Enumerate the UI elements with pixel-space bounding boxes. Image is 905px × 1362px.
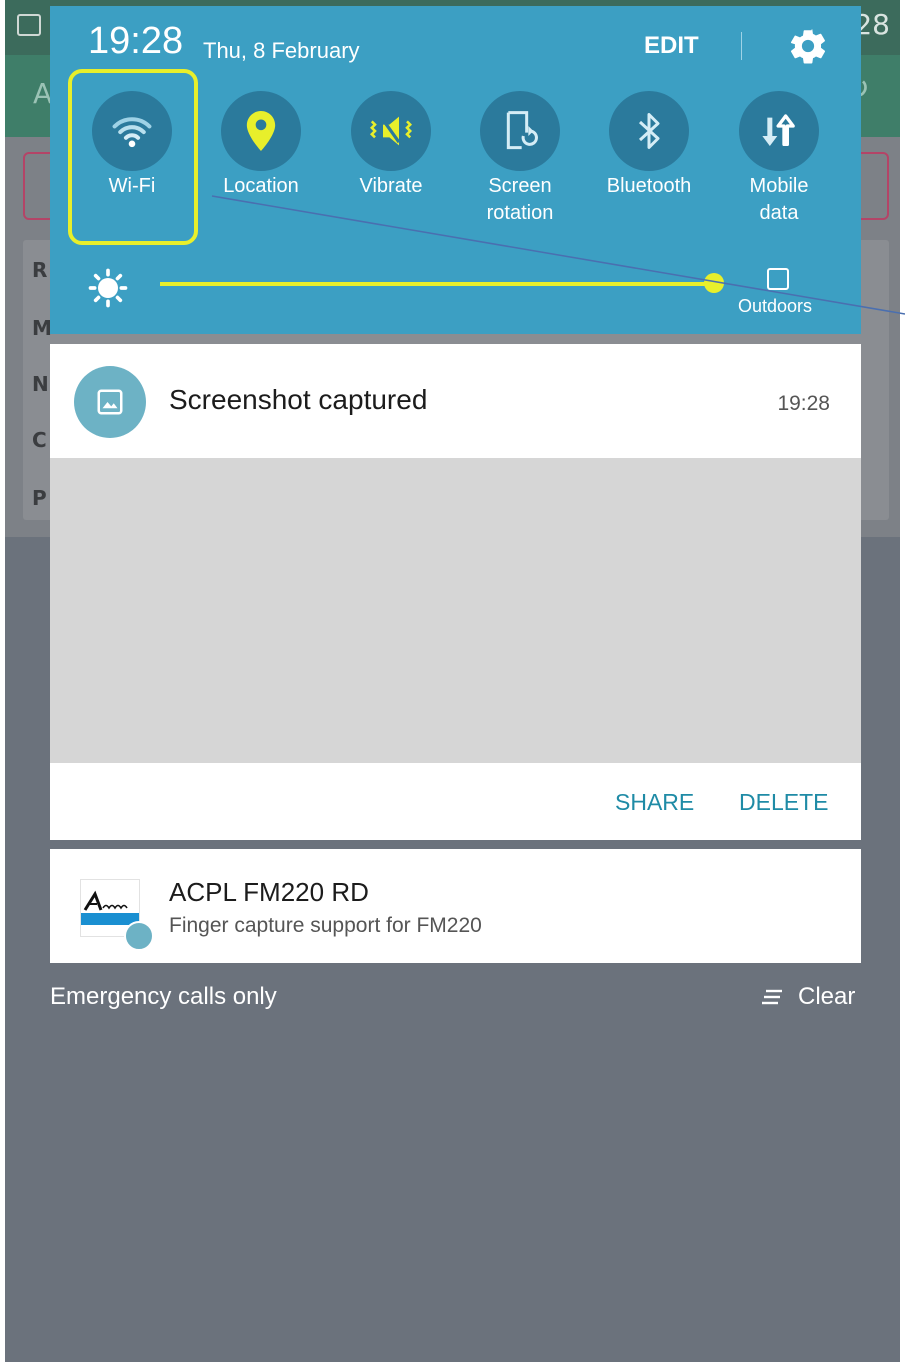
screenshot-app-icon bbox=[74, 366, 146, 438]
notification-screenshot[interactable]: Screenshot captured 19:28 SHARE DELETE bbox=[50, 344, 861, 840]
tile-vibrate[interactable]: Vibrate bbox=[326, 91, 456, 200]
background-letter: C bbox=[32, 428, 47, 452]
tile-bluetooth[interactable]: Bluetooth bbox=[584, 91, 714, 200]
tile-label: Screen rotation bbox=[455, 173, 585, 227]
brightness-slider-thumb[interactable] bbox=[704, 273, 724, 293]
wifi-highlight-box bbox=[68, 69, 198, 245]
brightness-slider[interactable] bbox=[160, 282, 714, 286]
notification-title: Screenshot captured bbox=[169, 384, 428, 415]
outdoors-checkbox[interactable] bbox=[767, 268, 789, 290]
gallery-icon bbox=[17, 14, 41, 36]
notification-subtitle: Finger capture support for FM220 bbox=[169, 914, 482, 937]
screen-rotation-tile-button[interactable] bbox=[480, 91, 560, 171]
tile-label: Bluetooth bbox=[606, 175, 692, 197]
vibrate-tile-button[interactable] bbox=[351, 91, 431, 171]
location-tile-button[interactable] bbox=[221, 91, 301, 171]
notification-acpl[interactable]: ACPL FM220 RD Finger capture support for… bbox=[50, 849, 861, 963]
tile-label: Location bbox=[223, 175, 299, 197]
clear-all-icon bbox=[762, 989, 782, 1005]
location-icon bbox=[246, 111, 276, 151]
tile-label-line2: data bbox=[759, 202, 799, 224]
quick-settings-panel: 19:28 Thu, 8 February EDIT Wi-Fi Locatio… bbox=[50, 6, 861, 334]
tile-label-line2: rotation bbox=[486, 202, 554, 224]
edit-button[interactable]: EDIT bbox=[644, 32, 699, 60]
background-letter: R bbox=[32, 258, 48, 282]
brightness-icon bbox=[88, 268, 128, 308]
background-letter: M bbox=[32, 316, 52, 340]
clear-button[interactable]: Clear bbox=[760, 983, 855, 1011]
screen: 28 A ↻ R M N C P 19:28 Thu, 8 February E… bbox=[0, 0, 905, 1362]
notification-time: 19:28 bbox=[777, 392, 830, 415]
notification-title: ACPL FM220 RD bbox=[169, 877, 369, 907]
tile-label: Vibrate bbox=[359, 175, 423, 197]
outdoors-label: Outdoors bbox=[738, 296, 813, 316]
settings-gear-icon[interactable] bbox=[787, 25, 829, 67]
vibrate-icon bbox=[369, 116, 413, 146]
bluetooth-tile-button[interactable] bbox=[609, 91, 689, 171]
date: Thu, 8 February bbox=[203, 38, 360, 63]
tile-label: Mobile data bbox=[714, 173, 844, 227]
tile-location[interactable]: Location bbox=[196, 91, 326, 200]
delete-button[interactable]: DELETE bbox=[739, 789, 828, 816]
tile-mobile-data[interactable]: Mobile data bbox=[714, 91, 844, 227]
mobile-data-icon bbox=[762, 114, 795, 146]
tile-label-line1: Screen bbox=[488, 175, 552, 197]
emergency-calls-text: Emergency calls only bbox=[50, 983, 277, 1010]
divider bbox=[741, 32, 742, 60]
share-button[interactable]: SHARE bbox=[615, 789, 694, 816]
tile-label-line1: Mobile bbox=[749, 175, 809, 197]
image-icon bbox=[97, 389, 123, 415]
screenshot-preview[interactable] bbox=[50, 458, 861, 763]
screen-rotation-icon bbox=[506, 111, 538, 150]
background-letter: N bbox=[32, 372, 49, 396]
clear-label: Clear bbox=[798, 983, 856, 1010]
background-letter: P bbox=[32, 486, 47, 510]
mobile-data-tile-button[interactable] bbox=[739, 91, 819, 171]
clock: 19:28 bbox=[88, 20, 184, 62]
notification-badge-icon bbox=[124, 921, 154, 951]
bluetooth-icon bbox=[638, 113, 660, 149]
tile-screen-rotation[interactable]: Screen rotation bbox=[455, 91, 585, 227]
